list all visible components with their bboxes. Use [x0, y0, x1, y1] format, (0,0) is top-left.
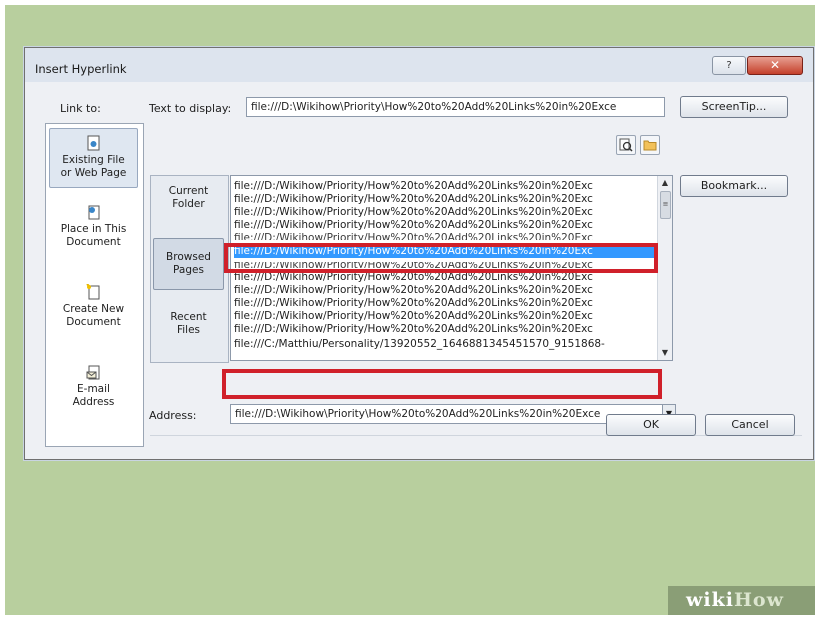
watermark-part1: wiki	[686, 589, 734, 611]
place-in-document-icon	[88, 205, 99, 220]
browse-web-button[interactable]	[616, 135, 636, 155]
new-document-icon	[85, 284, 99, 300]
list-item[interactable]: file:///D:/Wikihow/Priority/How%20to%20A…	[234, 271, 654, 284]
link-to-list: Existing File or Web Page Place in This …	[45, 123, 144, 447]
tab-label-2: Files	[176, 324, 201, 336]
wikihow-watermark: wikiHow	[668, 586, 815, 615]
list-item[interactable]: file:///D:/Wikihow/Priority/How%20to%20A…	[234, 232, 654, 240]
list-item[interactable]: file:///D:/Wikihow/Priority/How%20to%20A…	[234, 297, 654, 310]
bookmark-button[interactable]: Bookmark...	[680, 175, 788, 197]
scroll-down-icon[interactable]: ▼	[658, 346, 672, 360]
tab-current-folder[interactable]: Current Folder	[153, 182, 224, 227]
link-to-place-in-document[interactable]: Place in This Document	[49, 204, 138, 249]
help-button[interactable]: ?	[712, 56, 746, 75]
web-page-icon	[87, 135, 99, 151]
link-to-label-2: or Web Page	[60, 167, 127, 179]
list-item-selected[interactable]: file:///D:/Wikihow/Priority/How%20to%20A…	[234, 245, 654, 258]
close-button[interactable]: ✕	[747, 56, 803, 75]
scroll-up-icon[interactable]: ▲	[658, 176, 672, 190]
ok-button[interactable]: OK	[606, 414, 696, 436]
file-list-scrollbar[interactable]: ▲ ≡ ▼	[657, 176, 672, 360]
address-label: Address:	[149, 409, 197, 422]
address-input[interactable]: file:///D:\Wikihow\Priority\How%20to%20A…	[230, 404, 663, 424]
email-icon	[86, 365, 99, 380]
insert-hyperlink-dialog: Insert Hyperlink ? ✕ Link to: Existing F…	[24, 47, 814, 460]
list-item[interactable]: file:///D:/Wikihow/Priority/How%20to%20A…	[234, 284, 654, 297]
text-to-display-input[interactable]: file:///D:\Wikihow\Priority\How%20to%20A…	[246, 97, 665, 117]
list-item[interactable]: file:///D:/Wikihow/Priority/How%20to%20A…	[234, 262, 654, 268]
tab-label-2: Pages	[173, 264, 204, 276]
tab-label-1: Current	[168, 185, 209, 197]
look-in-tabs: Current Folder Browsed Pages Recent File…	[150, 175, 229, 363]
file-list[interactable]: file:///D:/Wikihow/Priority/How%20to%20A…	[230, 175, 673, 361]
list-item[interactable]: file:///D:/Wikihow/Priority/How%20to%20A…	[234, 206, 654, 219]
list-item[interactable]: file:///D:/Wikihow/Priority/How%20to%20A…	[234, 180, 654, 193]
link-to-label-2: Document	[66, 236, 121, 248]
tab-browsed-pages[interactable]: Browsed Pages	[153, 238, 224, 290]
link-to-label-1: Create New	[62, 303, 125, 315]
browse-web-icon	[619, 138, 633, 152]
link-to-label-1: Place in This	[60, 223, 127, 235]
tab-label-1: Recent	[170, 311, 207, 323]
list-item[interactable]: file:///D:/Wikihow/Priority/How%20to%20A…	[234, 193, 654, 206]
list-item[interactable]: file:///D:/Wikihow/Priority/How%20to%20A…	[234, 323, 654, 336]
link-to-label-2: Document	[66, 316, 121, 328]
watermark-part2: How	[733, 589, 784, 611]
link-to-label: Link to:	[60, 102, 101, 115]
tab-label-1: Browsed	[166, 251, 211, 263]
browse-file-button[interactable]	[640, 135, 660, 155]
list-item[interactable]: file:///D:/Wikihow/Priority/How%20to%20A…	[234, 310, 654, 323]
title-bar: Insert Hyperlink ? ✕	[25, 48, 813, 82]
link-to-existing-file[interactable]: Existing File or Web Page	[49, 128, 138, 188]
tab-recent-files[interactable]: Recent Files	[153, 308, 224, 353]
screentip-button[interactable]: ScreenTip...	[680, 96, 788, 118]
list-item[interactable]: file:///C:/Matthiu/Personality/13920552_…	[234, 338, 654, 351]
link-to-label-1: E-mail	[77, 383, 110, 395]
separator	[150, 435, 802, 436]
watermark-text: wikiHow	[686, 589, 784, 611]
text-to-display-label: Text to display:	[149, 102, 232, 115]
link-to-label-2: Address	[72, 396, 115, 408]
link-to-create-new-document[interactable]: Create New Document	[49, 284, 138, 329]
folder-icon	[643, 140, 657, 151]
list-item[interactable]: file:///D:/Wikihow/Priority/How%20to%20A…	[234, 219, 654, 232]
cancel-button[interactable]: Cancel	[705, 414, 795, 436]
dialog-title: Insert Hyperlink	[35, 62, 127, 76]
link-to-email-address[interactable]: E-mail Address	[49, 364, 138, 409]
scroll-thumb[interactable]: ≡	[660, 191, 671, 219]
link-to-label-1: Existing File	[62, 154, 125, 166]
tab-label-2: Folder	[172, 198, 205, 210]
dialog-body: Link to: Existing File or Web Page Place…	[32, 83, 806, 452]
